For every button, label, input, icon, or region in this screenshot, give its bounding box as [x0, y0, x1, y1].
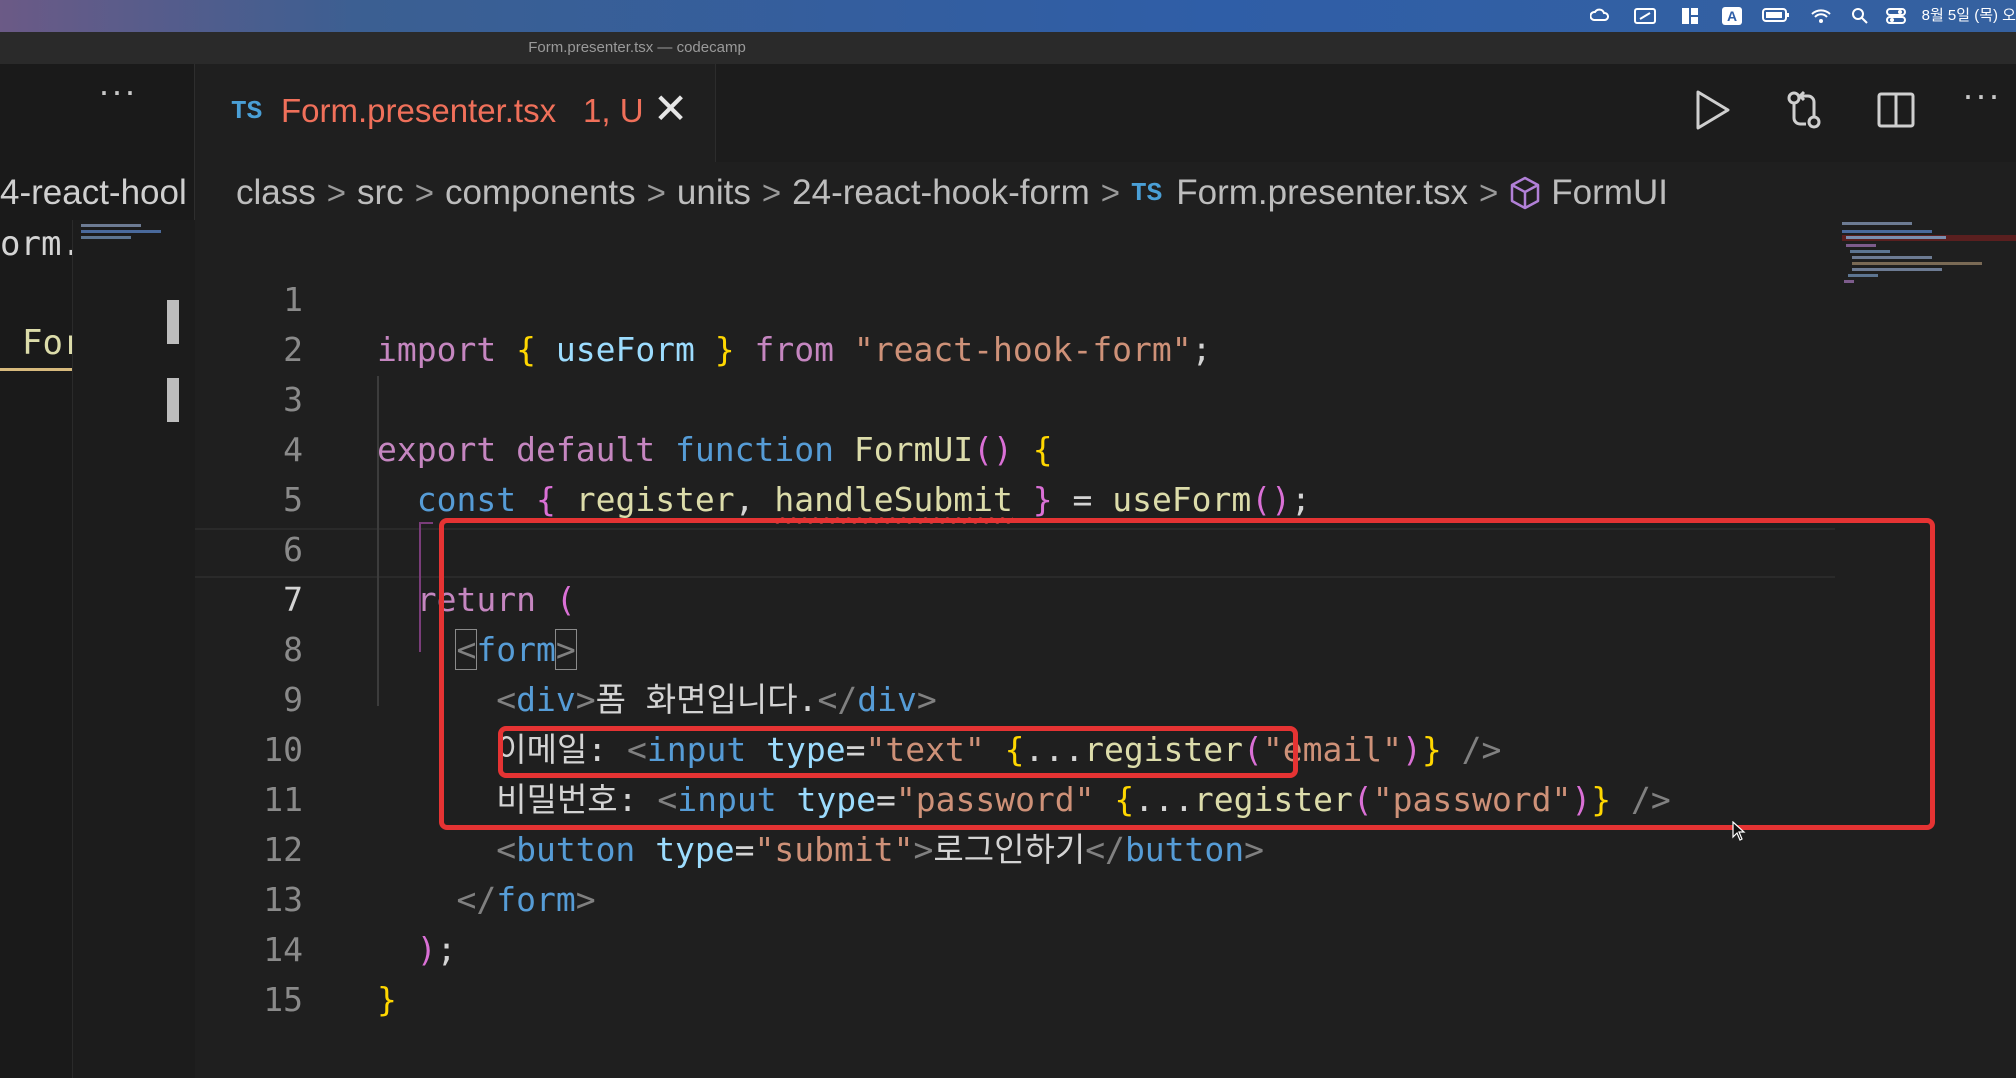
left-scrollbar-thumb-2[interactable]: [167, 378, 179, 422]
annotation-highlight-form: [439, 518, 1935, 830]
window-title: Form.presenter.tsx — codecamp: [528, 39, 746, 56]
mouse-cursor-icon: [1732, 820, 1746, 841]
chevron-right-icon: >: [1479, 174, 1499, 211]
chevron-right-icon: >: [414, 174, 434, 211]
breadcrumb-item[interactable]: 24-react-hook-form: [792, 173, 1090, 213]
code-line[interactable]: 1 import { useForm } from "react-hook-fo…: [195, 225, 2016, 369]
close-icon[interactable]: ✕: [653, 84, 688, 133]
left-pane-code-line: orm.: [0, 224, 72, 264]
annotation-highlight-button: [498, 726, 1298, 778]
symbol-class-icon: [1509, 175, 1541, 211]
more-actions-icon[interactable]: ···: [98, 70, 137, 112]
creative-cloud-icon[interactable]: [1589, 7, 1610, 25]
breadcrumb-item[interactable]: src: [357, 173, 404, 213]
code-line[interactable]: 2: [195, 275, 2016, 369]
wifi-icon[interactable]: [1810, 7, 1832, 25]
tab-form-presenter[interactable]: TS Form.presenter.tsx 1, U ✕: [195, 64, 716, 162]
typescript-icon: TS: [231, 96, 263, 126]
screen-share-icon[interactable]: [1634, 7, 1656, 25]
run-icon[interactable]: [1692, 88, 1732, 132]
left-pane-outline-item[interactable]: For: [0, 323, 72, 371]
typescript-icon: TS: [1131, 178, 1163, 208]
breadcrumb-file[interactable]: Form.presenter.tsx: [1176, 173, 1468, 213]
breadcrumb-symbol[interactable]: FormUI: [1551, 173, 1668, 213]
menubar-clock[interactable]: 8월 5일 (목) 오: [1922, 7, 2016, 25]
code-line[interactable]: 5: [195, 425, 2016, 519]
breadcrumb-item[interactable]: components: [445, 173, 636, 213]
keyboard-input-icon[interactable]: A: [1722, 7, 1742, 25]
spotlight-search-icon[interactable]: [1850, 7, 1870, 25]
chevron-right-icon: >: [326, 174, 347, 211]
breadcrumb-item[interactable]: units: [677, 173, 751, 213]
code-line[interactable]: 15: [195, 925, 2016, 1019]
code-line[interactable]: 3 export default function FormUI() {: [195, 325, 2016, 469]
line-number: 15: [263, 980, 303, 1019]
code-editor[interactable]: 1 import { useForm } from "react-hook-fo…: [195, 220, 2016, 1078]
breadcrumb: class > src > components > units > 24-re…: [236, 166, 1668, 220]
battery-icon[interactable]: [1762, 7, 1790, 25]
tab-filename: Form.presenter.tsx: [281, 92, 557, 129]
macos-menubar: A 8월 5일 (목) 오: [0, 0, 2016, 32]
chevron-right-icon: >: [646, 174, 666, 211]
dashboard-icon[interactable]: [1680, 7, 1700, 25]
chevron-right-icon: >: [1100, 174, 1121, 211]
window-titlebar: Form.presenter.tsx — codecamp: [0, 32, 2016, 64]
code-line[interactable]: 4 const { register, handleSubmit } = use…: [195, 375, 2016, 519]
left-pane-breadcrumb[interactable]: 4-react-hool: [0, 166, 194, 220]
tab-problems-status: 1, U: [583, 92, 644, 129]
editor-more-actions-icon[interactable]: ···: [1962, 74, 2001, 116]
control-center-icon[interactable]: [1886, 7, 1906, 25]
left-pane-minimap[interactable]: [72, 220, 195, 1078]
minimap[interactable]: [1838, 220, 2016, 300]
left-scrollbar-thumb[interactable]: [167, 300, 179, 344]
source-control-compare-icon[interactable]: [1784, 88, 1824, 132]
code-line[interactable]: 14 }: [195, 875, 2016, 1019]
split-editor-icon[interactable]: [1876, 88, 1916, 132]
chevron-right-icon: >: [761, 174, 782, 211]
code-text: }: [377, 980, 397, 1019]
breadcrumb-item[interactable]: class: [236, 173, 316, 213]
